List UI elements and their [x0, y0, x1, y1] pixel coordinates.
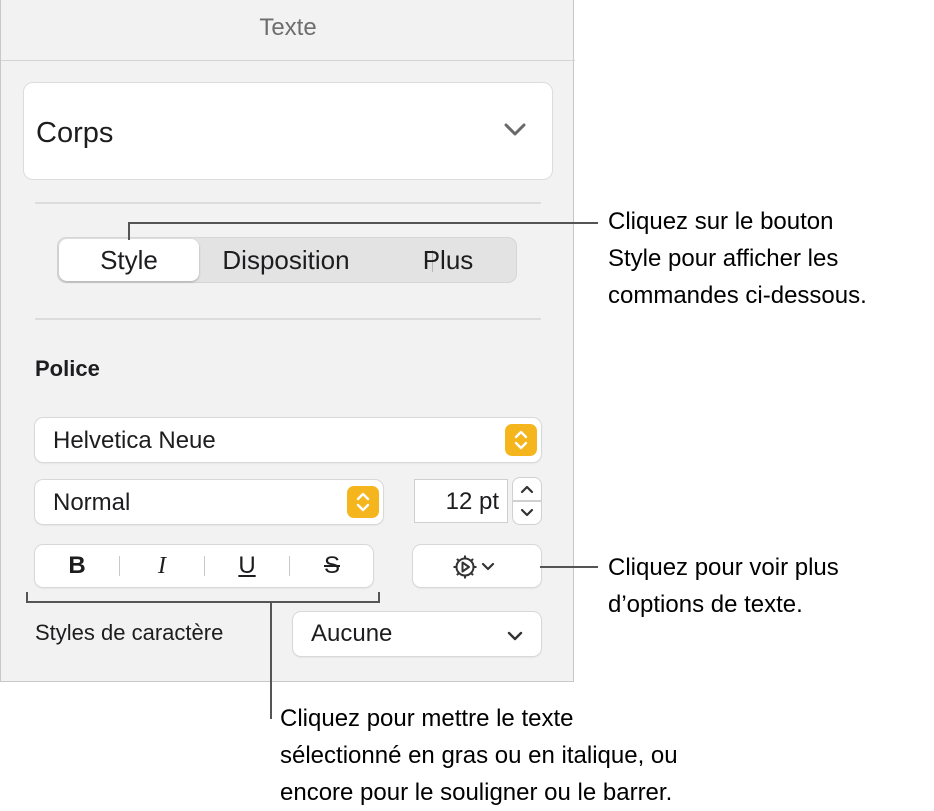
font-size-value: 12 pt [445, 488, 499, 515]
callout-leader [540, 566, 598, 568]
font-family-value: Helvetica Neue [53, 427, 216, 454]
callout-line: sélectionné en gras ou en italique, ou [280, 742, 678, 769]
callout-line: Style pour afficher les [608, 245, 839, 272]
chevron-down-icon [504, 123, 526, 142]
up-down-arrows-icon [505, 424, 537, 456]
bold-button[interactable]: B [35, 545, 119, 587]
font-size-increase[interactable] [513, 478, 541, 500]
chevron-down-icon [520, 508, 534, 517]
character-style-value: Aucune [311, 620, 393, 647]
callout-leader [270, 601, 272, 719]
chevron-up-icon [520, 485, 534, 494]
italic-button[interactable]: I [120, 545, 204, 587]
callout-style-button: Cliquez sur le bouton Style pour affiche… [608, 203, 867, 314]
callout-line: Cliquez pour mettre le texte [280, 705, 574, 732]
callout-line: d’options de texte. [608, 591, 803, 618]
font-size-decrease[interactable] [513, 502, 541, 524]
character-styles-label: Styles de caractère [35, 620, 224, 645]
callout-line: encore pour le souligner ou le barrer. [280, 779, 673, 806]
callout-leader [128, 222, 130, 240]
font-size-stepper [513, 478, 541, 524]
gear-icon [453, 555, 495, 579]
divider [35, 318, 541, 320]
callout-more-options: Cliquez pour voir plus d’options de text… [608, 549, 839, 623]
font-typeface-popup[interactable]: Normal [35, 480, 383, 524]
font-typeface-value: Normal [53, 489, 131, 516]
callout-format-buttons: Cliquez pour mettre le texte sélectionné… [280, 700, 678, 811]
title-divider [1, 60, 575, 61]
format-sidebar: Texte Corps Style Disposition Plus Polic… [0, 0, 575, 682]
chevron-down-icon [507, 629, 523, 647]
sidebar-title: Texte [259, 14, 317, 41]
section-label-font: Police [35, 356, 100, 381]
callout-line: Cliquez pour voir plus [608, 554, 839, 581]
tab-style[interactable]: Style [59, 239, 199, 281]
tab-disposition[interactable]: Disposition [206, 238, 366, 282]
tab-control: Style Disposition Plus [57, 237, 517, 283]
divider [35, 202, 541, 204]
text-format-buttons: B I U S [35, 545, 373, 587]
font-family-popup[interactable]: Helvetica Neue [35, 418, 541, 462]
advanced-options-button[interactable] [413, 545, 541, 587]
callout-line: Cliquez sur le bouton [608, 208, 834, 235]
callout-bracket [26, 601, 380, 603]
callout-line: commandes ci-dessous. [608, 282, 867, 309]
strikethrough-button[interactable]: S [290, 545, 374, 587]
font-size-field[interactable]: 12 pt [415, 480, 507, 522]
up-down-arrows-icon [347, 486, 379, 518]
paragraph-style-popup[interactable]: Corps [23, 82, 553, 180]
underline-button[interactable]: U [205, 545, 289, 587]
paragraph-style-value: Corps [36, 117, 114, 149]
tab-plus[interactable]: Plus [378, 238, 518, 282]
callout-leader [128, 222, 598, 224]
character-style-popup[interactable]: Aucune [293, 612, 541, 656]
